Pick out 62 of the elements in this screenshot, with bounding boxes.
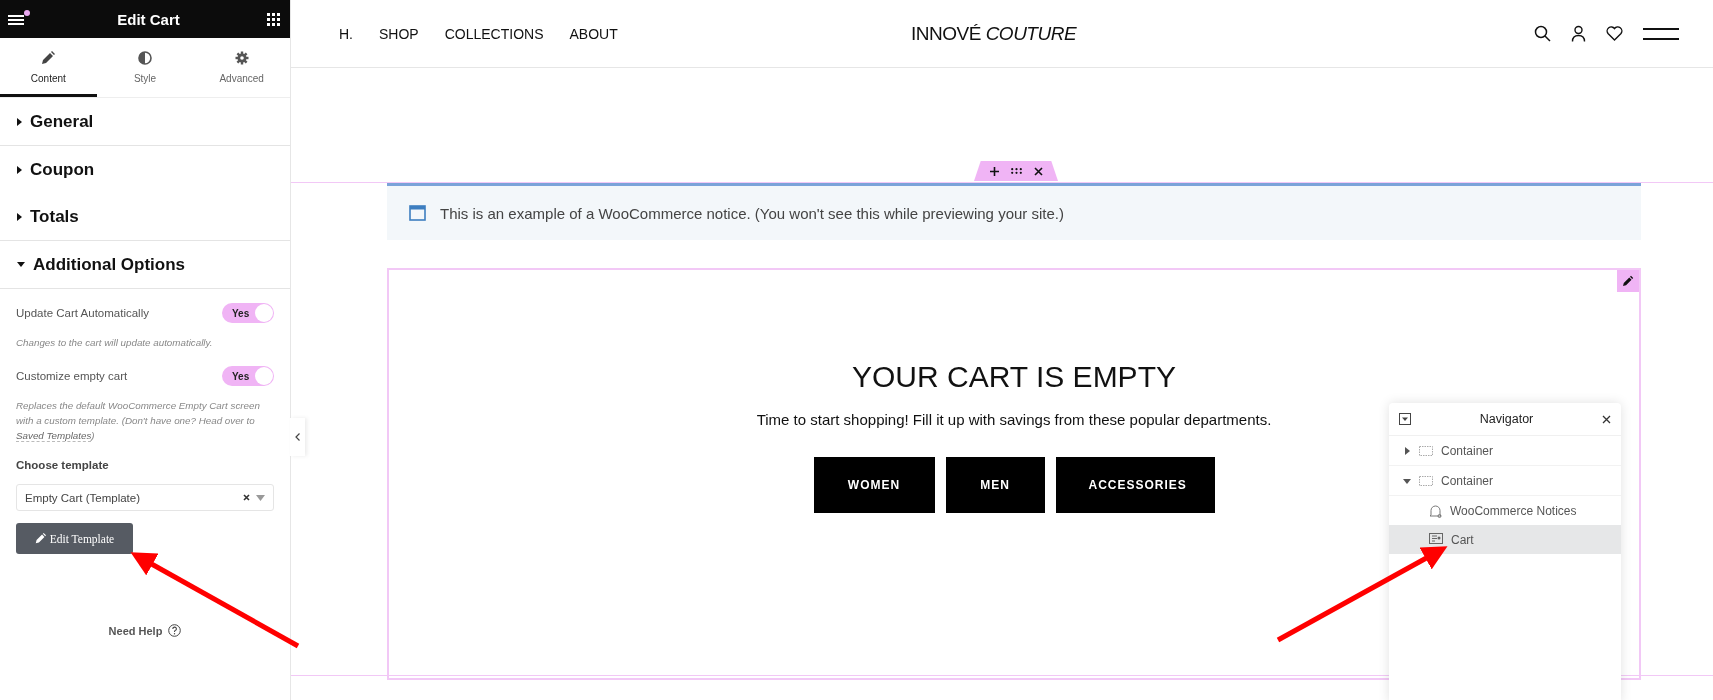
- heart-icon[interactable]: [1606, 26, 1623, 41]
- window-icon: [409, 205, 426, 221]
- department-button[interactable]: WOMEN: [813, 457, 935, 513]
- section-header[interactable]: Totals: [0, 193, 290, 241]
- menu-icon[interactable]: [8, 10, 30, 28]
- help-text: Changes to the cart will update automatically.: [16, 336, 214, 350]
- collapse-icon[interactable]: [1399, 413, 1411, 425]
- panel-tab[interactable]: Content: [0, 38, 97, 97]
- navigator-item[interactable]: Cart: [1389, 525, 1621, 554]
- option-label: Customize empty cart: [16, 370, 128, 382]
- panel-tab[interactable]: Style: [96, 38, 194, 97]
- navigator-item[interactable]: Container: [1389, 436, 1621, 466]
- toggle-switch[interactable]: Yes: [222, 303, 274, 323]
- nav-link[interactable]: H.: [339, 25, 353, 42]
- nav-link[interactable]: SHOP: [379, 25, 419, 42]
- section-header[interactable]: Coupon: [0, 146, 290, 193]
- dropdown-caret-icon[interactable]: [256, 494, 265, 501]
- toggle-switch[interactable]: Yes: [222, 366, 274, 386]
- edit-template-button[interactable]: Edit Template: [16, 523, 133, 554]
- help-text: Replaces the default WooCommerce Empty Cart screen with a custom template. (Don't have one? Head over to Saved Templates): [16, 399, 261, 443]
- department-button[interactable]: MEN: [945, 457, 1045, 513]
- chevron-left-icon[interactable]: [295, 433, 300, 441]
- add-icon[interactable]: [989, 166, 999, 176]
- cart-message: Time to start shopping! Fill it up with savings from these popular departments.: [755, 410, 1273, 430]
- user-icon[interactable]: [1571, 25, 1586, 42]
- cart-widget-icon: [1429, 533, 1443, 546]
- template-select[interactable]: Empty Cart (Template): [16, 484, 274, 511]
- help-icon[interactable]: [168, 624, 182, 637]
- navigator-item[interactable]: WooCommerce Notices: [1389, 496, 1621, 525]
- expand-caret-icon[interactable]: [1403, 476, 1411, 485]
- panel-tab[interactable]: Advanced: [193, 38, 290, 97]
- nav-link[interactable]: COLLECTIONS: [444, 25, 544, 42]
- gear-icon: [234, 51, 249, 65]
- navigator-title: Navigator: [1479, 412, 1534, 426]
- clear-icon[interactable]: [243, 494, 250, 501]
- close-icon[interactable]: [1033, 166, 1043, 176]
- pencil-icon: [34, 533, 46, 544]
- notice-text: This is an example of a WooCommerce notice. (You won't see this while previewing your site.): [440, 204, 1064, 222]
- search-icon[interactable]: [1534, 25, 1551, 42]
- drag-icon[interactable]: [1010, 168, 1022, 174]
- pencil-icon: [41, 51, 56, 65]
- apps-grid-icon[interactable]: [267, 12, 280, 26]
- edit-widget-icon[interactable]: [1617, 270, 1639, 292]
- need-help-link[interactable]: Need Help: [108, 624, 163, 637]
- site-logo[interactable]: INNOVÉ COUTURE: [911, 22, 1077, 45]
- section-header[interactable]: General: [0, 98, 290, 146]
- choose-template-label: Choose template: [16, 459, 110, 471]
- section-header[interactable]: Additional Options: [0, 241, 290, 289]
- option-label: Update Cart Automatically: [16, 307, 149, 319]
- expand-caret-icon[interactable]: [1403, 446, 1411, 455]
- menu-icon[interactable]: [1643, 27, 1679, 40]
- panel-title: Edit Cart: [117, 10, 180, 28]
- bell-icon: [1429, 503, 1442, 518]
- container-icon: [1419, 445, 1433, 456]
- department-button[interactable]: ACCESSORIES: [1055, 457, 1215, 513]
- close-icon[interactable]: [1602, 414, 1611, 424]
- navigator-item[interactable]: Container: [1389, 466, 1621, 496]
- contrast-icon: [138, 51, 152, 65]
- container-icon: [1419, 475, 1433, 486]
- cart-heading: YOUR CART IS EMPTY: [852, 360, 1176, 394]
- nav-link[interactable]: ABOUT: [569, 25, 618, 42]
- section-handle[interactable]: [974, 161, 1058, 181]
